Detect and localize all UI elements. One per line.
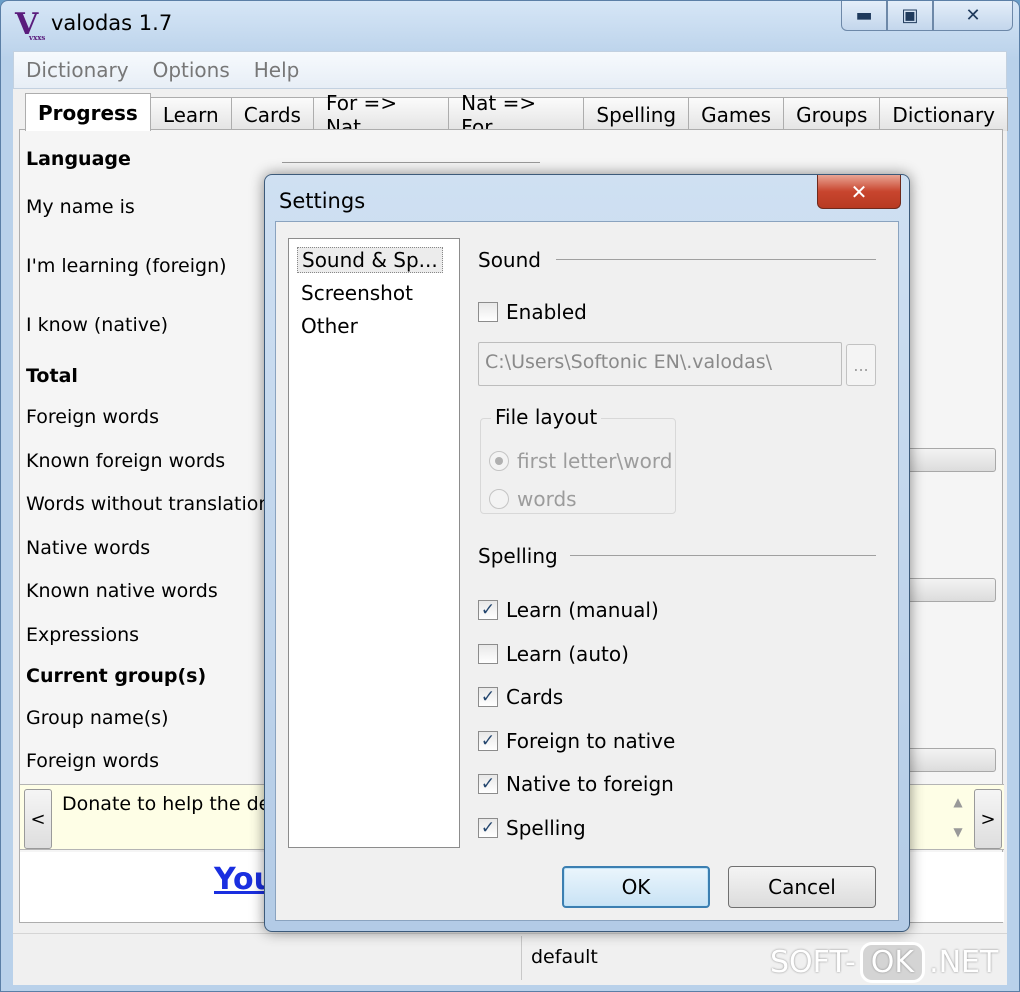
watermark-left: SOFT- xyxy=(770,945,856,980)
dialog-body: Sound & Sp... Screenshot Other Sound Ena… xyxy=(275,221,899,921)
divider xyxy=(282,162,540,163)
status-group: default xyxy=(531,946,598,968)
watermark-ok: OK xyxy=(859,942,926,983)
foreign-words-label: Foreign words xyxy=(26,406,159,428)
know-label: I know (native) xyxy=(26,314,169,336)
category-list[interactable]: Sound & Sp... Screenshot Other xyxy=(288,238,460,848)
radio-unselected-icon xyxy=(489,489,509,509)
browse-button[interactable]: ... xyxy=(846,344,876,386)
sound-group-title: Sound xyxy=(478,248,541,272)
menu-dictionary[interactable]: Dictionary xyxy=(26,58,129,82)
banner-next-button[interactable]: > xyxy=(974,789,1002,849)
minimize-button[interactable]: ▬ xyxy=(841,1,887,31)
status-separator xyxy=(521,936,522,980)
sound-enabled-label: Enabled xyxy=(506,300,587,324)
menu-help[interactable]: Help xyxy=(254,58,300,82)
settings-dialog: Settings ✕ Sound & Sp... Screenshot Othe… xyxy=(264,174,910,932)
checkbox-cards[interactable]: ✓ Cards xyxy=(478,685,563,709)
language-header: Language xyxy=(26,148,131,170)
watermark-right: .NET xyxy=(929,945,999,980)
tab-nat-for[interactable]: Nat => For xyxy=(448,91,585,139)
spelling-label: Spelling xyxy=(506,816,586,840)
tab-strip: Progress Learn Cards For => Nat Nat => F… xyxy=(25,91,1008,139)
radio-first-letter-label: first letter\word xyxy=(517,449,673,473)
app-logo-icon: Vvxxs xyxy=(15,7,46,42)
sound-path-input[interactable]: C:\Users\Softonic EN\.valodas\ xyxy=(478,342,842,386)
caption-buttons: ▬ ▣ ✕ xyxy=(841,1,1013,31)
foreign-to-native-label: Foreign to native xyxy=(506,729,676,753)
tab-dictionary[interactable]: Dictionary xyxy=(879,97,1008,131)
banner-scrollbar[interactable]: ▲ ▼ xyxy=(946,789,970,849)
category-sound-spelling[interactable]: Sound & Sp... xyxy=(297,247,443,273)
sound-enabled-checkbox[interactable]: Enabled xyxy=(478,300,587,324)
cancel-button[interactable]: Cancel xyxy=(728,866,876,908)
category-other[interactable]: Other xyxy=(301,314,358,338)
scroll-down-icon[interactable]: ▼ xyxy=(946,825,970,839)
radio-words[interactable]: words xyxy=(489,487,577,511)
tab-learn[interactable]: Learn xyxy=(149,97,232,131)
learn-manual-label: Learn (manual) xyxy=(506,598,659,622)
tab-spelling[interactable]: Spelling xyxy=(583,97,690,131)
close-button[interactable]: ✕ xyxy=(933,1,1013,31)
check-icon xyxy=(478,644,498,664)
group-names-label: Group name(s) xyxy=(26,707,169,729)
check-icon: ✓ xyxy=(478,600,498,620)
checkbox-spelling[interactable]: ✓ Spelling xyxy=(478,816,586,840)
known-native-progress xyxy=(900,578,996,602)
tab-groups[interactable]: Groups xyxy=(783,97,881,131)
menu-bar: Dictionary Options Help xyxy=(13,51,1007,89)
without-translation-label: Words without translation xyxy=(26,493,271,515)
group-foreign-words-label: Foreign words xyxy=(26,750,159,772)
total-header: Total xyxy=(26,365,78,387)
native-words-label: Native words xyxy=(26,537,151,559)
checkbox-learn-manual[interactable]: ✓ Learn (manual) xyxy=(478,598,659,622)
tab-games[interactable]: Games xyxy=(688,97,785,131)
learning-label: I'm learning (foreign) xyxy=(26,255,227,277)
watermark: SOFT- OK .NET xyxy=(770,942,998,983)
dialog-title: Settings xyxy=(279,189,366,213)
banner-prev-button[interactable]: < xyxy=(24,789,52,849)
tab-progress[interactable]: Progress xyxy=(25,93,151,131)
check-icon: ✓ xyxy=(478,818,498,838)
native-to-foreign-label: Native to foreign xyxy=(506,772,674,796)
radio-first-letter-word[interactable]: first letter\word xyxy=(489,449,672,473)
checkbox-foreign-to-native[interactable]: ✓ Foreign to native xyxy=(478,729,675,753)
known-foreign-progress xyxy=(900,448,996,472)
expressions-label: Expressions xyxy=(26,624,140,646)
title-bar: Vvxxs valodas 1.7 ▬ ▣ ✕ xyxy=(1,1,1019,49)
file-layout-title: File layout xyxy=(491,405,602,429)
check-icon: ✓ xyxy=(478,731,498,751)
check-icon: ✓ xyxy=(478,687,498,707)
menu-options[interactable]: Options xyxy=(153,58,230,82)
spelling-group-line xyxy=(570,555,876,556)
checkbox-box xyxy=(478,302,498,322)
learn-auto-label: Learn (auto) xyxy=(506,642,629,666)
checkbox-native-to-foreign[interactable]: ✓ Native to foreign xyxy=(478,772,674,796)
known-foreign-label: Known foreign words xyxy=(26,450,226,472)
my-name-label: My name is xyxy=(26,196,135,218)
radio-words-label: words xyxy=(517,487,577,511)
checkbox-learn-auto[interactable]: Learn (auto) xyxy=(478,642,629,666)
spelling-group-title: Spelling xyxy=(478,544,558,568)
radio-selected-icon xyxy=(489,451,509,471)
ok-button[interactable]: OK xyxy=(562,866,710,908)
donate-text: Donate to help the dev xyxy=(62,793,282,815)
scroll-up-icon[interactable]: ▲ xyxy=(946,795,970,809)
cards-label: Cards xyxy=(506,685,564,709)
maximize-button[interactable]: ▣ xyxy=(887,1,933,31)
file-layout-group: File layout first letter\word words xyxy=(480,405,676,514)
window-title: valodas 1.7 xyxy=(51,11,173,35)
dialog-close-button[interactable]: ✕ xyxy=(817,175,901,209)
tab-for-nat[interactable]: For => Nat xyxy=(312,91,450,139)
sound-group-line xyxy=(556,259,876,260)
check-icon: ✓ xyxy=(478,774,498,794)
current-group-header: Current group(s) xyxy=(26,665,207,687)
tab-cards[interactable]: Cards xyxy=(230,97,314,131)
category-screenshot[interactable]: Screenshot xyxy=(301,281,413,305)
group-foreign-progress xyxy=(900,748,996,772)
known-native-label: Known native words xyxy=(26,580,218,602)
